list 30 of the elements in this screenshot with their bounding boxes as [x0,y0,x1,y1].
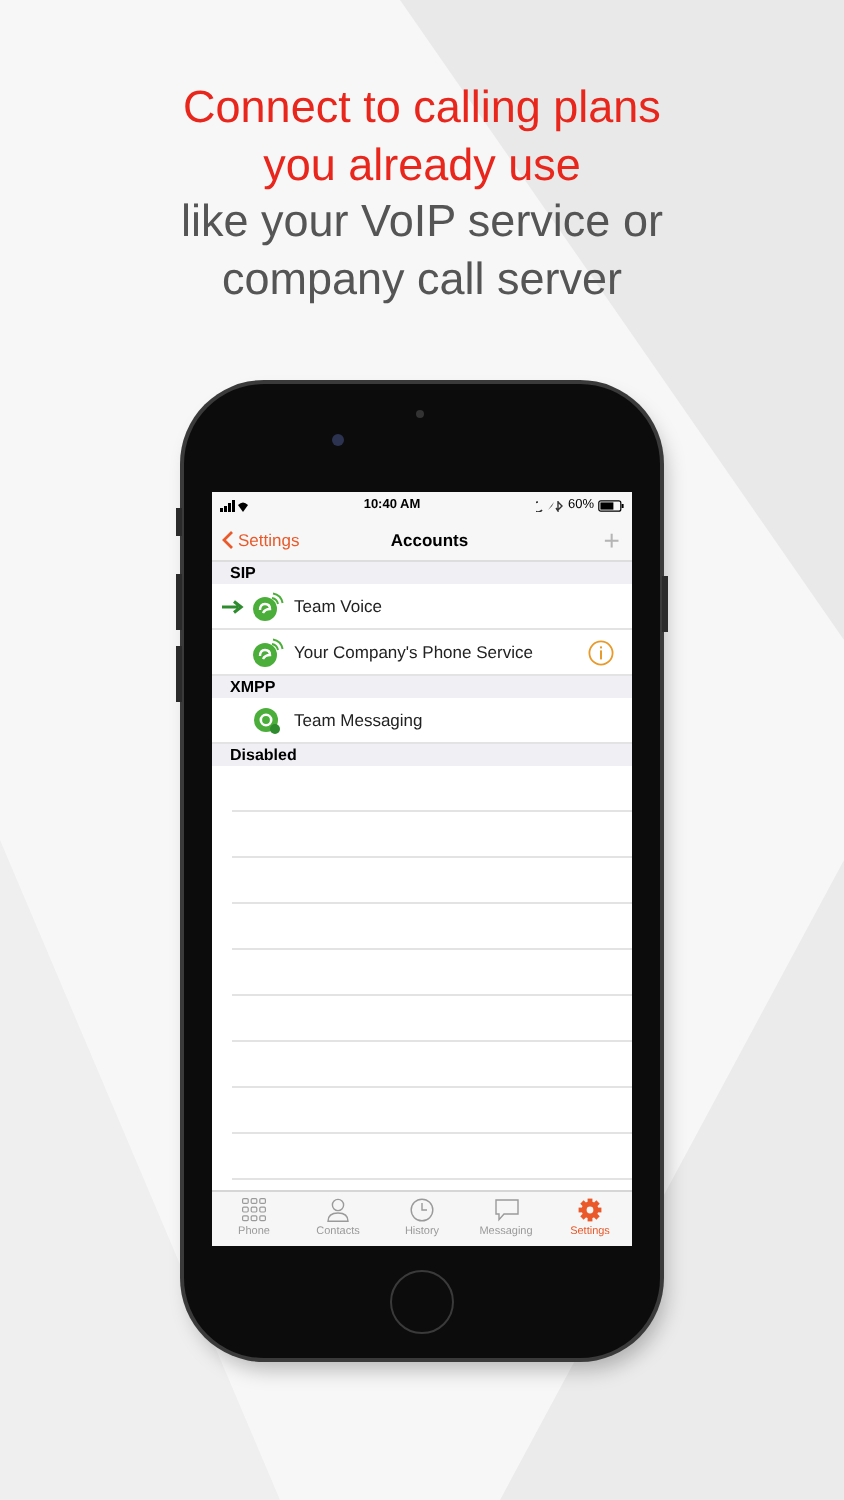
home-button[interactable] [390,1270,454,1334]
account-name: Team Voice [294,596,384,616]
account-name: Your Company's Phone Service [294,642,535,662]
screen-title: Accounts [390,529,469,549]
status-icons [535,499,564,511]
camera-icon [332,434,344,446]
battery-icon [597,499,624,511]
chat-account-icon [252,705,284,735]
section-header: XMPP [212,676,632,698]
headline-text: company call server [221,251,623,308]
headline-text: like your VoIP service or [181,194,663,250]
speaker-grille [416,410,424,418]
chevron-left-icon [222,529,234,549]
clock-icon [410,1198,434,1222]
settings-icon [578,1198,602,1222]
section-header: Disabled [212,744,632,766]
phone-account-icon [252,591,284,621]
person-icon [326,1198,350,1222]
arrow-right-icon [222,599,244,613]
account-name: Team Messaging [294,710,425,730]
info-icon[interactable] [588,639,614,665]
headline-text: Connect to calling plans [183,80,661,136]
account-row[interactable]: Team Voice [212,584,632,630]
keypad-icon [242,1198,266,1222]
headline-text: you already use [263,137,581,194]
back-button[interactable]: Settings [222,529,300,549]
section-header: SIP [212,562,632,584]
phone-account-icon [252,637,284,667]
signal-icon [220,499,248,511]
chat-bubble-icon [493,1198,519,1222]
